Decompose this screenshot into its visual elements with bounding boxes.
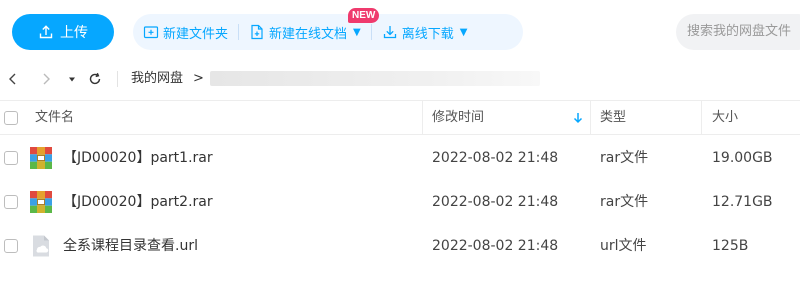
breadcrumb-home[interactable]: 我的网盘 [131, 70, 183, 88]
select-all-checkbox[interactable] [4, 111, 18, 125]
column-divider [590, 100, 591, 135]
file-modified-time: 2022-08-02 21:48 [432, 150, 559, 166]
column-header-modified[interactable]: 修改时间 [432, 101, 484, 135]
search-input[interactable]: 搜索我的网盘文件 [676, 14, 800, 50]
navigation-bar: 我的网盘 > [0, 62, 800, 96]
toolbar: 上传 新建文件夹 新建在线文档 ▼ 离线下载 ▼ NEW 搜索我的网盘文件 [0, 0, 800, 62]
chevron-right-icon [43, 73, 50, 85]
file-type: rar文件 [600, 194, 649, 210]
url-file-icon [33, 235, 49, 257]
chevron-down-icon: ▼ [459, 26, 468, 38]
offline-download-label: 离线下载 [401, 26, 454, 42]
new-badge: NEW [348, 8, 380, 23]
toolbar-actions: 新建文件夹 新建在线文档 ▼ 离线下载 ▼ [133, 14, 523, 50]
new-folder-label: 新建文件夹 [163, 26, 229, 42]
new-folder-button[interactable]: 新建文件夹 [133, 14, 238, 50]
row-checkbox[interactable] [4, 195, 18, 209]
file-modified-time: 2022-08-02 21:48 [432, 238, 559, 254]
column-header-size[interactable]: 大小 [712, 101, 738, 135]
offline-download-button[interactable]: 离线下载 ▼ [372, 14, 478, 50]
row-checkbox[interactable] [4, 239, 18, 253]
file-type: url文件 [600, 238, 647, 254]
table-row[interactable]: 【JD00020】part1.rar 2022-08-02 21:48 rar文… [0, 136, 800, 180]
upload-button[interactable]: 上传 [12, 14, 114, 50]
rar-archive-icon [30, 147, 52, 169]
history-dropdown-button[interactable] [64, 70, 80, 88]
upload-icon [39, 25, 53, 39]
rar-archive-icon [30, 191, 52, 213]
refresh-button[interactable] [87, 70, 103, 88]
file-modified-time: 2022-08-02 21:48 [432, 194, 559, 210]
file-size: 125B [712, 238, 749, 254]
chevron-down-icon: ▼ [353, 26, 361, 38]
refresh-icon [89, 72, 101, 85]
caret-down-icon [69, 77, 75, 82]
column-header-type[interactable]: 类型 [600, 101, 626, 135]
column-header-name[interactable]: 文件名 [35, 101, 74, 135]
file-name[interactable]: 全系课程目录查看.url [63, 236, 198, 256]
download-icon [383, 26, 396, 39]
file-name[interactable]: 【JD00020】part1.rar [63, 148, 213, 168]
document-plus-icon [251, 24, 263, 40]
chevron-left-icon [9, 73, 16, 85]
column-divider [701, 100, 702, 135]
back-button[interactable] [5, 70, 21, 88]
table-row[interactable]: 全系课程目录查看.url 2022-08-02 21:48 url文件 125B [0, 224, 800, 268]
file-name[interactable]: 【JD00020】part2.rar [63, 192, 213, 212]
navigation-divider [117, 71, 118, 87]
new-online-doc-label: 新建在线文档 [269, 26, 348, 42]
column-divider [422, 100, 423, 135]
upload-label: 上传 [60, 25, 88, 41]
breadcrumb-separator: > [193, 71, 204, 86]
file-size: 19.00GB [712, 150, 773, 166]
file-size: 12.71GB [712, 194, 773, 210]
forward-button[interactable] [38, 70, 54, 88]
breadcrumb-redacted-path [210, 71, 540, 86]
table-row[interactable]: 【JD00020】part2.rar 2022-08-02 21:48 rar文… [0, 180, 800, 224]
row-checkbox[interactable] [4, 151, 18, 165]
arrow-down-icon[interactable] [572, 111, 584, 125]
folder-plus-icon [143, 26, 159, 39]
file-table-header: 文件名 修改时间 类型 大小 [0, 100, 800, 135]
file-type: rar文件 [600, 150, 649, 166]
